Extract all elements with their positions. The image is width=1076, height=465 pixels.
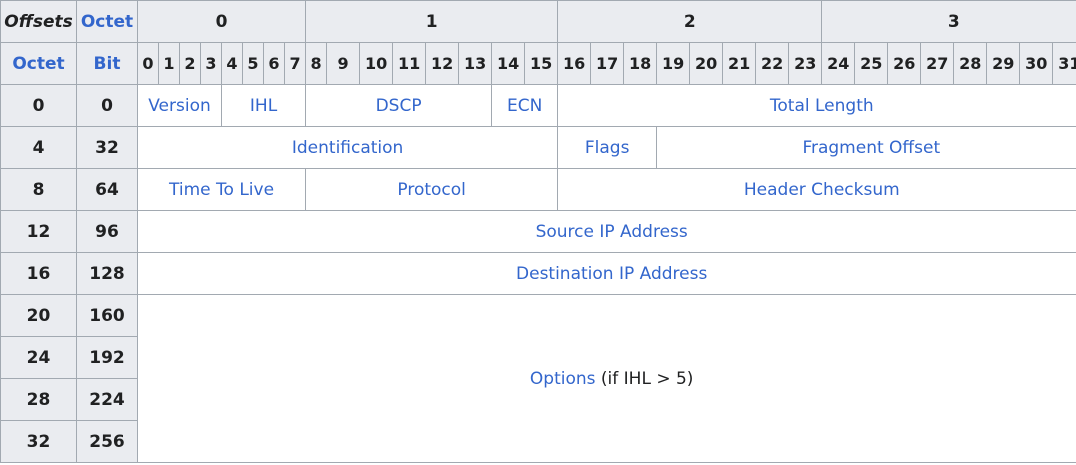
octet-group-2: 2	[557, 0, 823, 43]
dscp-field[interactable]: DSCP	[305, 84, 493, 127]
source-ip-field[interactable]: Source IP Address	[136, 210, 1076, 253]
bit-number-header: 17	[590, 42, 625, 85]
bit-number-header: 4	[221, 42, 243, 85]
octet-group-0: 0	[136, 0, 307, 43]
bit-number-header: 9	[326, 42, 361, 85]
octet-column-header[interactable]: Octet	[0, 42, 77, 85]
bit-number-header: 22	[755, 42, 790, 85]
row-octet: 24	[0, 336, 77, 379]
bit-number-header: 6	[263, 42, 285, 85]
bit-number-header: 27	[920, 42, 955, 85]
bit-number-header: 21	[722, 42, 757, 85]
bit-number-header: 2	[179, 42, 201, 85]
bit-number-header: 26	[887, 42, 922, 85]
row-bit: 0	[76, 84, 138, 127]
bit-number-header: 23	[788, 42, 823, 85]
row-octet: 8	[0, 168, 77, 211]
bit-number-header: 28	[953, 42, 988, 85]
row-octet: 16	[0, 252, 77, 295]
table-row: 0 0 Version IHL DSCP ECN Total Length	[0, 84, 1076, 127]
table-row: 12 96 Source IP Address	[0, 210, 1076, 253]
row-bit: 224	[76, 378, 138, 421]
protocol-field[interactable]: Protocol	[305, 168, 559, 211]
row-bit: 192	[76, 336, 138, 379]
header-row-octets: Offsets Octet 0 1 2 3	[0, 0, 1076, 43]
bit-number-header: 24	[821, 42, 856, 85]
octet-group-3: 3	[821, 0, 1076, 43]
bit-number-header: 12	[425, 42, 460, 85]
bit-number-header: 18	[623, 42, 658, 85]
bit-number-header: 20	[689, 42, 724, 85]
octet-header[interactable]: Octet	[76, 0, 138, 43]
row-octet: 12	[0, 210, 77, 253]
ecn-field[interactable]: ECN	[491, 84, 559, 127]
table-row: 16 128 Destination IP Address	[0, 252, 1076, 295]
bit-number-header: 3	[200, 42, 222, 85]
fragment-offset-field[interactable]: Fragment Offset	[656, 126, 1076, 169]
bit-number-header: 16	[557, 42, 592, 85]
row-bit: 256	[76, 420, 138, 463]
identification-field[interactable]: Identification	[136, 126, 559, 169]
bit-number-header: 30	[1019, 42, 1054, 85]
row-octet: 20	[0, 294, 77, 337]
destination-ip-field[interactable]: Destination IP Address	[136, 252, 1076, 295]
row-bit: 64	[76, 168, 138, 211]
row-bit: 96	[76, 210, 138, 253]
bit-number-header: 10	[359, 42, 394, 85]
table-row: 8 64 Time To Live Protocol Header Checks…	[0, 168, 1076, 211]
options-field: Options (if IHL > 5)	[136, 294, 1076, 463]
header-row-bits: Octet Bit 0 1 2 3 4 5 6 7 8 9 10 11 12 13 14 15 16 17 18 19…	[0, 42, 1076, 85]
total-length-field[interactable]: Total Length	[557, 84, 1076, 127]
bit-number-header: 13	[458, 42, 493, 85]
row-octet: 0	[0, 84, 77, 127]
bit-number-header: 15	[524, 42, 559, 85]
row-bit: 160	[76, 294, 138, 337]
octet-group-1: 1	[305, 0, 559, 43]
options-link[interactable]: Options	[530, 369, 596, 389]
bit-number-header: 29	[986, 42, 1021, 85]
ihl-field[interactable]: IHL	[220, 84, 307, 127]
row-octet: 4	[0, 126, 77, 169]
bit-number-header: 31	[1052, 42, 1076, 85]
ipv4-header-table: Offsets Octet 0 1 2 3 Octet Bit 01234567…	[0, 0, 1076, 463]
bit-number-header: 1	[158, 42, 180, 85]
bit-column-header[interactable]: Bit	[76, 42, 138, 85]
version-field[interactable]: Version	[137, 84, 222, 127]
bit-number-header: 0	[137, 42, 159, 85]
ttl-field[interactable]: Time To Live	[136, 168, 307, 211]
bit-number-header: 25	[854, 42, 889, 85]
options-note: (if IHL > 5)	[600, 368, 694, 389]
row-octet: 28	[0, 378, 77, 421]
header-checksum-field[interactable]: Header Checksum	[557, 168, 1076, 211]
bit-number-header: 11	[392, 42, 427, 85]
table-row: 20 160 Options (if IHL > 5)	[0, 294, 1076, 463]
bit-number-header: 5	[242, 42, 264, 85]
bit-number-header: 8	[305, 42, 328, 85]
row-bit: 32	[76, 126, 138, 169]
row-octet: 32	[0, 420, 77, 463]
row-bit: 128	[76, 252, 138, 295]
flags-field[interactable]: Flags	[557, 126, 658, 169]
bit-number-header: 19	[656, 42, 691, 85]
bit-number-header: 7	[283, 42, 307, 85]
bit-number-header: 14	[491, 42, 526, 85]
offsets-header: Offsets	[0, 0, 77, 43]
table-row: 4 32 Identification Flags Fragment Offse…	[0, 126, 1076, 169]
